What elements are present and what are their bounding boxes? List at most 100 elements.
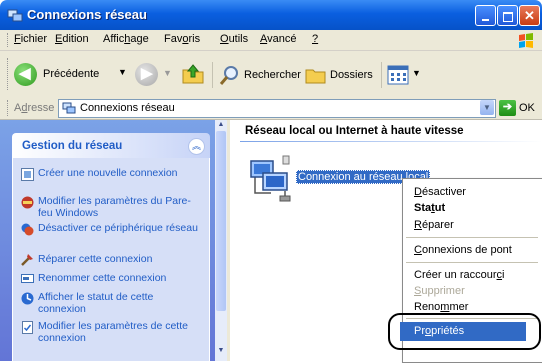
menu-fichier[interactable]: Fichier <box>14 33 47 45</box>
windows-logo-icon <box>519 33 533 48</box>
menu-item-bridge-post: onnexions de pont <box>421 244 512 256</box>
repair-icon <box>21 254 33 266</box>
menu-help[interactable]: ? <box>312 33 318 45</box>
menu-outils-key: O <box>220 33 229 45</box>
menu-separator <box>406 237 538 238</box>
menu-item-shortcut[interactable]: Créer un raccourci <box>414 269 505 281</box>
folders-icon <box>305 69 326 84</box>
task-change-settings[interactable]: Modifier les paramètres de cette connexi… <box>38 320 203 344</box>
menu-affichage[interactable]: Affichage <box>103 33 149 45</box>
task-view-status[interactable]: Afficher le statut de cette connexion <box>38 291 203 315</box>
back-arrow-icon: ◀ <box>14 63 37 86</box>
back-dropdown-icon[interactable]: ▼ <box>118 67 127 77</box>
menubar-grip <box>7 33 10 47</box>
menu-avance-post: vancé <box>267 33 297 45</box>
menu-item-disable-post: ésactiver <box>421 186 466 198</box>
scroll-down-icon[interactable]: ▼ <box>216 347 226 357</box>
address-dropdown-button[interactable]: ▼ <box>480 100 494 115</box>
menu-item-repair[interactable]: Réparer <box>414 219 454 231</box>
go-arrow-icon: ➔ <box>499 100 516 116</box>
scroll-thumb[interactable] <box>216 131 226 311</box>
menu-outils[interactable]: Outils <box>220 33 248 45</box>
menu-fichier-key: F <box>14 33 21 45</box>
search-icon <box>219 66 238 85</box>
up-folder-button[interactable] <box>181 62 205 86</box>
minimize-button[interactable] <box>475 5 496 26</box>
menu-separator <box>406 262 538 263</box>
menu-item-status-post: ut <box>434 202 446 214</box>
task-create-connection[interactable]: Créer une nouvelle connexion <box>38 167 203 179</box>
network-tasks-title: Gestion du réseau <box>22 140 123 152</box>
views-button[interactable]: ▼ <box>387 64 425 86</box>
minimize-icon <box>482 18 489 21</box>
task-repair-connection[interactable]: Réparer cette connexion <box>38 253 203 265</box>
back-button[interactable]: ◀ Précédente ▼ <box>14 61 132 87</box>
disable-device-icon <box>21 223 34 236</box>
network-connections-icon <box>7 9 23 22</box>
toolbar-separator <box>212 62 213 88</box>
menu-edition-post: dition <box>62 33 89 45</box>
menu-affichage-post: age <box>130 33 149 45</box>
menu-item-status[interactable]: Statut <box>414 202 445 214</box>
address-label-post: resse <box>27 102 55 114</box>
status-icon <box>21 292 34 305</box>
menu-affichage-pre: Affic <box>103 33 125 45</box>
annotation-circle <box>388 313 541 350</box>
address-label: Adresse <box>14 102 54 114</box>
menu-outils-post: utils <box>228 33 249 45</box>
toolbar-grip <box>7 58 10 90</box>
menu-item-rename-pre: Reno <box>414 301 441 313</box>
scroll-up-icon[interactable]: ▲ <box>216 121 226 131</box>
lan-connection-icon[interactable] <box>249 155 295 203</box>
group-title: Réseau local ou Internet à haute vitesse <box>245 125 464 137</box>
window-title: Connexions réseau <box>27 7 147 22</box>
menu-avance[interactable]: Avancé <box>260 33 297 45</box>
views-dropdown-icon: ▼ <box>412 68 421 78</box>
back-label: Précédente <box>43 68 100 80</box>
forward-arrow-icon: ▶ <box>141 65 153 82</box>
firewall-icon <box>21 196 34 209</box>
group-divider <box>240 141 542 142</box>
maximize-button[interactable] <box>497 5 518 26</box>
menu-favoris[interactable]: Favoris <box>164 33 200 45</box>
menu-item-repair-post: éparer <box>421 219 454 231</box>
menu-favoris-post: ris <box>188 33 201 45</box>
menu-help-key: ? <box>312 33 319 45</box>
pane-splitter[interactable] <box>227 120 230 361</box>
addressbar-grip <box>7 100 10 116</box>
network-folder-icon <box>62 102 76 114</box>
menu-item-rename-post: mer <box>449 301 469 313</box>
search-button[interactable]: Rechercher <box>219 62 307 88</box>
menu-item-repair-key: R <box>414 219 422 231</box>
menu-item-shortcut-post: i <box>502 269 505 281</box>
menu-fichier-post: ichier <box>20 33 48 45</box>
toolbar-separator <box>381 62 382 88</box>
menu-item-disable[interactable]: Désactiver <box>414 186 466 198</box>
task-rename-connection[interactable]: Renommer cette connexion <box>38 272 203 284</box>
maximize-icon <box>502 11 513 22</box>
new-connection-icon <box>21 168 34 181</box>
go-button[interactable]: ➔ OK <box>499 100 539 117</box>
folders-button[interactable]: Dossiers <box>305 62 377 88</box>
menu-item-bridge-key: C <box>414 244 422 256</box>
folders-label: Dossiers <box>330 69 373 81</box>
views-icon <box>387 65 409 85</box>
close-button[interactable]: ✕ <box>519 5 540 26</box>
task-disable-device[interactable]: Désactiver ce périphérique réseau <box>38 222 203 234</box>
collapse-chevron-icon[interactable]: ︽ <box>188 138 205 155</box>
menu-item-delete-post: upprimer <box>421 285 465 297</box>
properties-icon <box>22 321 33 334</box>
forward-button[interactable]: ▶ <box>135 63 158 86</box>
menu-item-delete[interactable]: Supprimer <box>414 285 465 297</box>
menu-item-shortcut-pre: Créer un raccour <box>414 269 497 281</box>
menu-edition[interactable]: Edition <box>55 33 89 45</box>
task-firewall-settings[interactable]: Modifier les paramètres du Pare-feu Wind… <box>38 195 203 219</box>
forward-dropdown-icon[interactable]: ▼ <box>163 68 172 78</box>
address-value: Connexions réseau <box>80 102 175 114</box>
menu-item-status-pre: Sta <box>414 202 432 214</box>
menu-item-rename[interactable]: Renommer <box>414 301 468 313</box>
menu-favoris-pre: Fav <box>164 33 183 45</box>
menu-item-bridge[interactable]: Connexions de pont <box>414 244 512 256</box>
rename-icon <box>21 274 34 283</box>
network-tasks-header[interactable]: Gestion du réseau ︽ <box>12 133 210 158</box>
